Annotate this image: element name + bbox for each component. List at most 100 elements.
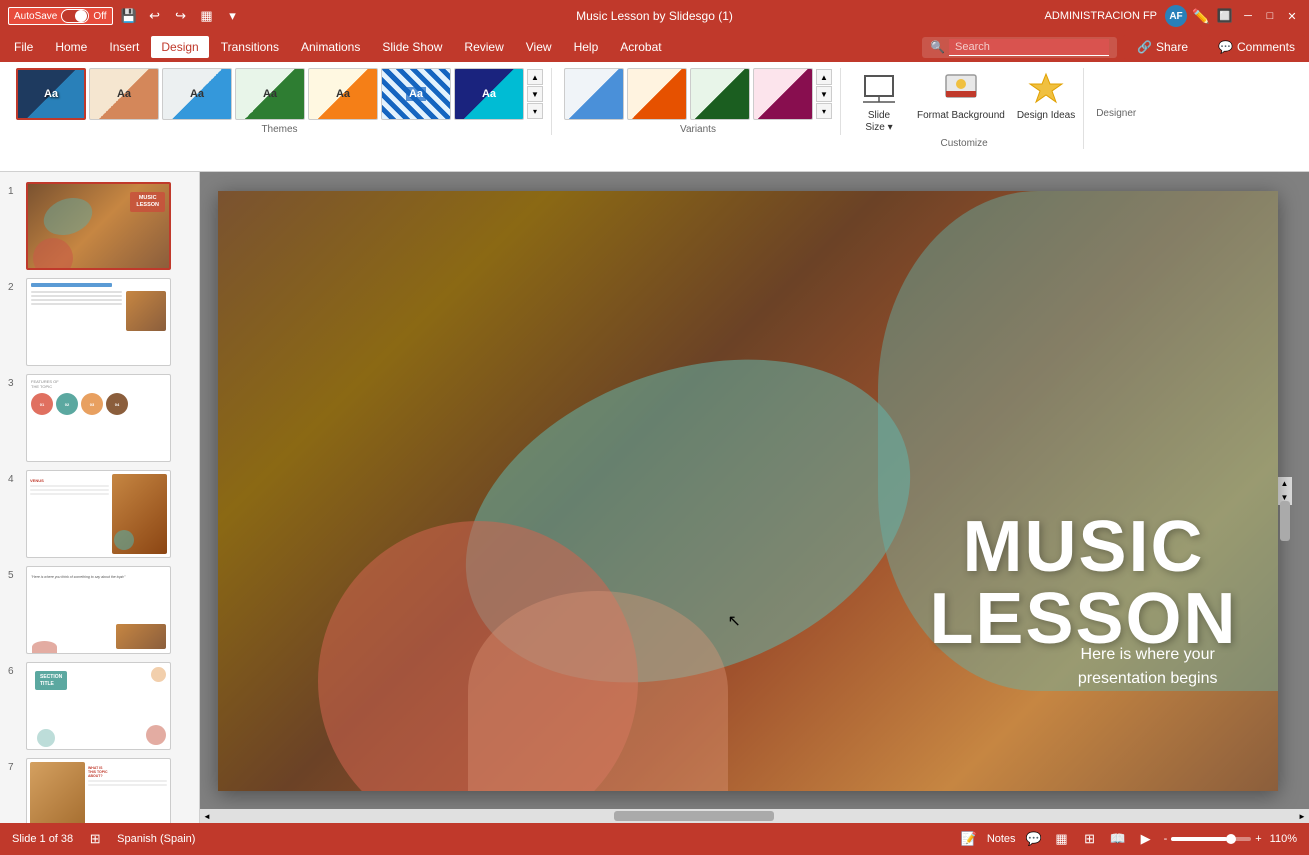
menu-view[interactable]: View bbox=[516, 36, 562, 58]
scroll-up-arrow[interactable]: ▲ bbox=[1278, 477, 1292, 491]
variants-up-arrow[interactable]: ▲ bbox=[816, 69, 832, 85]
reading-view-icon[interactable]: 📖 bbox=[1108, 829, 1128, 849]
zoom-handle[interactable] bbox=[1226, 834, 1236, 844]
slide-item-2[interactable]: 2 bbox=[6, 276, 193, 368]
slide-title: MUSIC LESSON bbox=[929, 511, 1237, 655]
theme-thumb-5[interactable]: Aa bbox=[308, 68, 378, 120]
slide-number-5: 5 bbox=[8, 570, 20, 581]
format-background-button[interactable]: Format Background bbox=[917, 68, 1005, 122]
designer-label: Designer bbox=[1096, 108, 1136, 119]
hscroll-track bbox=[214, 809, 1295, 823]
slide-number-4: 4 bbox=[8, 474, 20, 485]
customize-qat-icon[interactable]: ▾ bbox=[223, 6, 243, 26]
save-icon[interactable]: 💾 bbox=[119, 6, 139, 26]
ribbon-variants-section: ▲ ▼ ▾ Variants bbox=[556, 68, 841, 135]
theme-thumb-4[interactable]: Aa bbox=[235, 68, 305, 120]
present-icon[interactable]: ▦ bbox=[197, 6, 217, 26]
slide-item-1[interactable]: 1 MUSICLESSON bbox=[6, 180, 193, 272]
gallery-down-arrow[interactable]: ▼ bbox=[527, 86, 543, 102]
comments-button[interactable]: 💬 Comments bbox=[1208, 35, 1305, 59]
zoom-slider[interactable]: - + bbox=[1164, 833, 1262, 845]
main-area: 1 MUSICLESSON 2 bbox=[0, 172, 1309, 823]
zoom-in-icon[interactable]: + bbox=[1255, 833, 1261, 845]
menu-transitions[interactable]: Transitions bbox=[211, 36, 289, 58]
slide-thumb-7[interactable]: WHAT ISTHIS TOPICABOUT? bbox=[26, 758, 171, 823]
slide-item-7[interactable]: 7 WHAT ISTHIS TOPICABOUT? bbox=[6, 756, 193, 823]
minimize-button[interactable]: ─ bbox=[1239, 7, 1257, 25]
slide-item-3[interactable]: 3 FEATURES OFTHE TOPIC 01 02 03 04 bbox=[6, 372, 193, 464]
normal-view-icon[interactable]: ▦ bbox=[1052, 829, 1072, 849]
menu-file[interactable]: File bbox=[4, 36, 43, 58]
theme-thumb-6[interactable]: Aa bbox=[381, 68, 451, 120]
titlebar-right: ADMINISTRACION FP AF ✏️ 🔲 ─ □ ✕ bbox=[1045, 5, 1301, 27]
redo-icon[interactable]: ↪ bbox=[171, 6, 191, 26]
design-ideas-icon bbox=[1026, 68, 1066, 108]
feedback-icon[interactable]: ✏️ bbox=[1191, 6, 1211, 26]
language-label: Spanish (Spain) bbox=[117, 833, 195, 845]
restore-icon[interactable]: 🔲 bbox=[1215, 6, 1235, 26]
variant-thumb-2[interactable] bbox=[627, 68, 687, 120]
comments-status-icon[interactable]: 💬 bbox=[1024, 829, 1044, 849]
slide-item-4[interactable]: 4 VENUS bbox=[6, 468, 193, 560]
menu-design[interactable]: Design bbox=[151, 36, 208, 58]
search-input[interactable] bbox=[949, 39, 1109, 56]
scroll-thumb[interactable] bbox=[1280, 501, 1290, 541]
slide-thumb-3[interactable]: FEATURES OFTHE TOPIC 01 02 03 04 bbox=[26, 374, 171, 462]
slide-info: Slide 1 of 38 bbox=[12, 833, 73, 845]
slideshow-icon[interactable]: ▶ bbox=[1136, 829, 1156, 849]
variants-more-arrow[interactable]: ▾ bbox=[816, 103, 832, 119]
close-button[interactable]: ✕ bbox=[1283, 7, 1301, 25]
slide-item-5[interactable]: 5 "Here is where you think of something … bbox=[6, 564, 193, 656]
variants-gallery: ▲ ▼ ▾ bbox=[564, 68, 832, 120]
theme-thumb-3[interactable]: Aa bbox=[162, 68, 232, 120]
theme-thumb-7[interactable]: Aa bbox=[454, 68, 524, 120]
share-button[interactable]: 🔗 Share bbox=[1123, 35, 1202, 59]
ribbon: Aa Aa Aa Aa Aa bbox=[0, 62, 1309, 172]
notes-icon[interactable]: 📝 bbox=[959, 829, 979, 849]
slide-thumb-1[interactable]: MUSICLESSON bbox=[26, 182, 171, 270]
autosave-toggle[interactable] bbox=[61, 9, 89, 23]
slide-canvas[interactable]: MUSIC LESSON Here is where your presenta… bbox=[218, 191, 1278, 791]
menu-help[interactable]: Help bbox=[564, 36, 609, 58]
variants-down-arrow[interactable]: ▼ bbox=[816, 86, 832, 102]
hscroll-thumb[interactable] bbox=[614, 811, 774, 821]
slide-info-icon[interactable]: ⊞ bbox=[85, 829, 105, 849]
menu-acrobat[interactable]: Acrobat bbox=[610, 36, 671, 58]
variant-thumb-4[interactable] bbox=[753, 68, 813, 120]
menu-home[interactable]: Home bbox=[45, 36, 97, 58]
scroll-left-arrow[interactable]: ◄ bbox=[200, 809, 214, 823]
menu-slideshow[interactable]: Slide Show bbox=[372, 36, 452, 58]
design-ideas-button[interactable]: Design Ideas bbox=[1017, 68, 1075, 122]
gallery-more-arrow[interactable]: ▾ bbox=[527, 103, 543, 119]
theme-thumb-1[interactable]: Aa bbox=[16, 68, 86, 120]
zoom-fill bbox=[1171, 837, 1227, 841]
theme-gallery: Aa Aa Aa Aa Aa bbox=[16, 68, 543, 120]
scroll-right-arrow[interactable]: ► bbox=[1295, 809, 1309, 823]
variant-thumb-1[interactable] bbox=[564, 68, 624, 120]
slide-thumb-2[interactable] bbox=[26, 278, 171, 366]
slide-sorter-icon[interactable]: ⊞ bbox=[1080, 829, 1100, 849]
statusbar: Slide 1 of 38 ⊞ Spanish (Spain) 📝 Notes … bbox=[0, 823, 1309, 855]
menu-insert[interactable]: Insert bbox=[99, 36, 149, 58]
slide-thumb-4[interactable]: VENUS bbox=[26, 470, 171, 558]
theme-thumb-2[interactable]: Aa bbox=[89, 68, 159, 120]
undo-icon[interactable]: ↩ bbox=[145, 6, 165, 26]
slide-item-6[interactable]: 6 SECTIONTITLE bbox=[6, 660, 193, 752]
customize-buttons: SlideSize ▾ Format Background bbox=[853, 68, 1075, 134]
slide-thumb-6[interactable]: SECTIONTITLE bbox=[26, 662, 171, 750]
zoom-out-icon[interactable]: - bbox=[1164, 833, 1168, 845]
gallery-up-arrow[interactable]: ▲ bbox=[527, 69, 543, 85]
customize-label: Customize bbox=[940, 138, 987, 149]
slide-scrollbar-vertical[interactable]: ▲ ▼ bbox=[1278, 477, 1292, 505]
slide-thumb-5[interactable]: "Here is where you think of something to… bbox=[26, 566, 171, 654]
maximize-button[interactable]: □ bbox=[1261, 7, 1279, 25]
autosave-badge[interactable]: AutoSave Off bbox=[8, 7, 113, 25]
menu-review[interactable]: Review bbox=[454, 36, 513, 58]
slide-size-button[interactable]: SlideSize ▾ bbox=[853, 68, 905, 134]
variant-thumb-3[interactable] bbox=[690, 68, 750, 120]
slide-scrollbar-horizontal[interactable]: ◄ ► bbox=[200, 809, 1309, 823]
menu-animations[interactable]: Animations bbox=[291, 36, 370, 58]
slide-number-6: 6 bbox=[8, 666, 20, 677]
notes-label: Notes bbox=[987, 833, 1016, 845]
user-avatar[interactable]: AF bbox=[1165, 5, 1187, 27]
